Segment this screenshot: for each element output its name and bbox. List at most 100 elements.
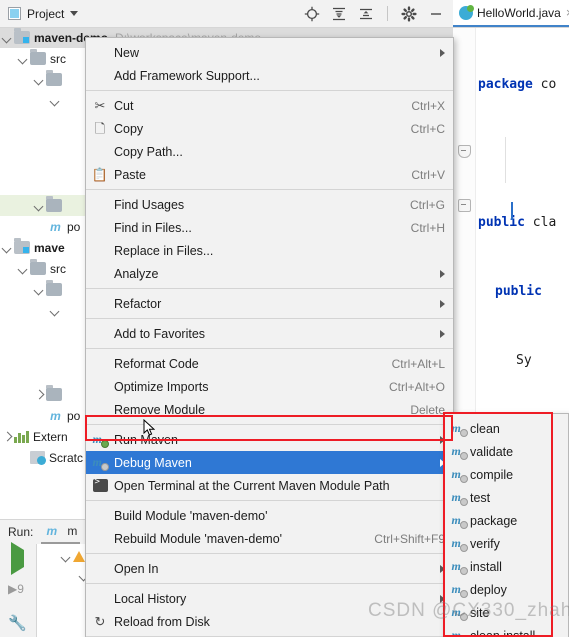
tree-label: src xyxy=(50,261,66,276)
menu-icon-slot xyxy=(86,193,114,216)
menu-item-replace-in-files[interactable]: Replace in Files... xyxy=(86,239,453,262)
menu-item-add-to-favorites[interactable]: Add to Favorites xyxy=(86,322,453,345)
maven-goal-icon: m xyxy=(452,583,468,598)
chevron-down-icon[interactable] xyxy=(16,48,30,69)
menu-item-analyze[interactable]: Analyze xyxy=(86,262,453,285)
locate-icon[interactable] xyxy=(304,6,320,22)
tab-helloworld-java[interactable]: HelloWorld.java × xyxy=(453,0,569,27)
context-menu[interactable]: New Add Framework Support... ✂ Cut Ctrl+… xyxy=(85,37,454,637)
settings-wrench-icon[interactable]: 🔧 xyxy=(8,614,28,634)
chevron-down-icon[interactable] xyxy=(16,258,30,279)
menu-item-rebuild-module[interactable]: Rebuild Module 'maven-demo' Ctrl+Shift+F… xyxy=(86,527,453,550)
menu-item-open-terminal[interactable]: Open Terminal at the Current Maven Modul… xyxy=(86,474,453,497)
tree-label: mave xyxy=(34,240,65,255)
maven-goal-icon: m xyxy=(452,537,468,552)
run-icon[interactable] xyxy=(8,542,28,575)
submenu-item-clean-install[interactable]: m clean install xyxy=(444,624,568,637)
submenu-item-compile[interactable]: m compile xyxy=(444,463,568,486)
menu-label: Replace in Files... xyxy=(114,243,214,258)
maven-pom-icon: m xyxy=(50,219,61,234)
submenu-item-deploy[interactable]: m deploy xyxy=(444,578,568,601)
submenu-item-verify[interactable]: m verify xyxy=(444,532,568,555)
minimize-icon[interactable] xyxy=(428,6,444,22)
reload-icon: ↻ xyxy=(94,614,106,629)
chevron-down-icon[interactable] xyxy=(0,237,14,258)
menu-item-copy-path[interactable]: Copy Path... xyxy=(86,140,453,163)
menu-separator xyxy=(86,500,453,501)
gear-icon[interactable] xyxy=(401,5,417,22)
menu-separator xyxy=(86,553,453,554)
folder-icon xyxy=(30,259,46,275)
code-fold-icon[interactable] xyxy=(458,145,471,158)
idea-window: package co public cla public Sy } } mave… xyxy=(0,0,569,637)
code-line-1: package co xyxy=(478,77,557,92)
menu-label: Find in Files... xyxy=(114,220,192,235)
menu-separator xyxy=(86,583,453,584)
submenu-item-install[interactable]: m install xyxy=(444,555,568,578)
submenu-item-validate[interactable]: m validate xyxy=(444,440,568,463)
terminal-icon xyxy=(92,477,108,492)
chevron-down-icon[interactable] xyxy=(32,279,46,300)
submenu-item-package[interactable]: m package xyxy=(444,509,568,532)
collapse-all-icon[interactable] xyxy=(358,6,374,22)
run-tab[interactable]: m m xyxy=(41,520,81,544)
menu-item-cut[interactable]: ✂ Cut Ctrl+X xyxy=(86,94,453,117)
chevron-down-icon[interactable] xyxy=(32,195,46,216)
chevron-right-icon[interactable] xyxy=(0,426,14,447)
menu-label: Analyze xyxy=(114,266,159,281)
maven-goal-icon: m xyxy=(452,606,468,621)
menu-item-build-module[interactable]: Build Module 'maven-demo' xyxy=(86,504,453,527)
menu-item-find-in-files[interactable]: Find in Files... Ctrl+H xyxy=(86,216,453,239)
menu-item-remove-module[interactable]: Remove Module Delete xyxy=(86,398,453,421)
menu-item-copy[interactable]: 🗋 Copy Ctrl+C xyxy=(86,117,453,140)
submenu-item-site[interactable]: m site xyxy=(444,601,568,624)
chevron-down-icon[interactable] xyxy=(48,90,62,111)
libraries-icon xyxy=(14,430,29,443)
chevron-down-icon[interactable] xyxy=(70,11,79,16)
menu-icon-slot: m xyxy=(448,486,470,509)
module-folder-icon xyxy=(14,28,30,44)
menu-label: Reload from Disk xyxy=(114,614,210,629)
menu-item-local-history[interactable]: Local History xyxy=(86,587,453,610)
menu-icon-slot xyxy=(86,557,114,580)
debug-maven-submenu[interactable]: m clean m validate m compile m test m pa… xyxy=(443,413,569,637)
menu-accelerator: Ctrl+C xyxy=(410,121,445,136)
menu-item-debug-maven[interactable]: m Debug Maven xyxy=(86,451,453,474)
java-file-icon xyxy=(459,4,474,20)
menu-item-find-usages[interactable]: Find Usages Ctrl+G xyxy=(86,193,453,216)
chevron-down-icon[interactable] xyxy=(0,27,14,48)
menu-item-reload-from-disk[interactable]: ↻ Reload from Disk xyxy=(86,610,453,633)
chevron-down-icon[interactable] xyxy=(32,69,46,90)
menu-label: Optimize Imports xyxy=(114,379,209,394)
menu-item-reformat-code[interactable]: Reformat Code Ctrl+Alt+L xyxy=(86,352,453,375)
submenu-label: clean xyxy=(470,421,500,436)
menu-item-add-framework-support[interactable]: Add Framework Support... xyxy=(86,64,453,87)
rerun-icon[interactable]: ▶9 xyxy=(8,582,28,602)
menu-item-open-in[interactable]: Open In xyxy=(86,557,453,580)
menu-item-new[interactable]: New xyxy=(86,41,453,64)
menu-icon-slot xyxy=(86,398,114,421)
menu-item-optimize-imports[interactable]: Optimize Imports Ctrl+Alt+O xyxy=(86,375,453,398)
chevron-down-icon[interactable] xyxy=(59,546,73,567)
menu-item-paste[interactable]: 📋 Paste Ctrl+V xyxy=(86,163,453,186)
menu-icon-slot: m xyxy=(448,555,470,578)
chevron-right-icon[interactable] xyxy=(32,384,46,405)
menu-icon-slot: m xyxy=(448,463,470,486)
project-selector[interactable]: Project xyxy=(8,7,79,21)
expand-all-icon[interactable] xyxy=(331,6,347,22)
submenu-arrow-icon xyxy=(440,299,445,308)
menu-icon-slot: m xyxy=(86,451,114,474)
menu-item-refactor[interactable]: Refactor xyxy=(86,292,453,315)
chevron-down-icon[interactable] xyxy=(48,300,62,321)
menu-accelerator: Ctrl+V xyxy=(411,167,445,182)
tree-label: src xyxy=(50,51,66,66)
menu-label: Find Usages xyxy=(114,197,185,212)
submenu-label: install xyxy=(470,559,502,574)
submenu-item-test[interactable]: m test xyxy=(444,486,568,509)
folder-icon xyxy=(30,49,46,65)
code-fold-icon-2[interactable] xyxy=(458,199,471,212)
menu-item-run-maven[interactable]: m Run Maven xyxy=(86,428,453,451)
tab-label: HelloWorld.java xyxy=(477,5,561,20)
submenu-item-clean[interactable]: m clean xyxy=(444,417,568,440)
menu-accelerator: Ctrl+Alt+O xyxy=(388,379,445,394)
